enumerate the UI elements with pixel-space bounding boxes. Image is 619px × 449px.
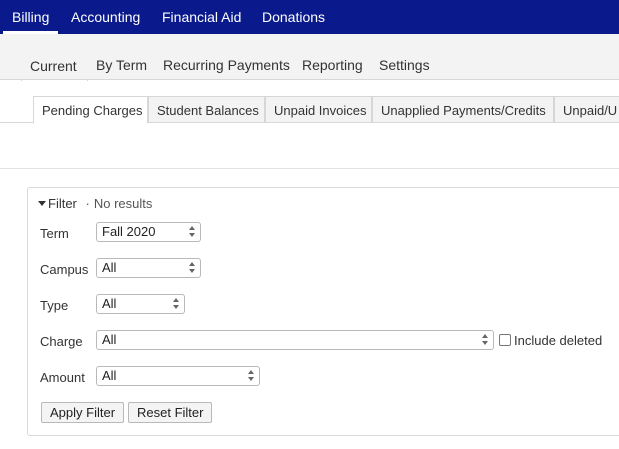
- campus-select[interactable]: All: [96, 258, 201, 278]
- topnav-donations[interactable]: Donations: [262, 0, 325, 34]
- apply-filter-button[interactable]: Apply Filter: [41, 402, 125, 423]
- subnav-tab-reporting[interactable]: Reporting: [302, 57, 363, 73]
- top-nav: Billing Accounting Financial Aid Donatio…: [0, 0, 619, 34]
- amount-label: Amount: [40, 370, 85, 385]
- filter-separator: ·: [85, 196, 90, 211]
- content-divider: [0, 168, 619, 169]
- tab-unapplied-payments-credits[interactable]: Unapplied Payments/Credits: [372, 96, 554, 123]
- term-label: Term: [40, 226, 69, 241]
- select-arrows-icon: [481, 334, 489, 346]
- filter-title: Filter: [48, 196, 77, 211]
- tab-pending-charges[interactable]: Pending Charges: [33, 96, 148, 124]
- filter-header[interactable]: Filter · No results: [38, 196, 152, 211]
- filter-status: No results: [93, 196, 153, 211]
- subnav-tab-recurring-payments[interactable]: Recurring Payments: [163, 57, 290, 73]
- amount-select[interactable]: All: [96, 366, 260, 386]
- tab-student-balances[interactable]: Student Balances: [148, 96, 265, 123]
- subnav-tab-settings[interactable]: Settings: [379, 57, 430, 73]
- topnav-financial-aid[interactable]: Financial Aid: [162, 0, 241, 34]
- type-label: Type: [40, 298, 69, 313]
- select-arrows-icon: [188, 262, 196, 274]
- topnav-billing[interactable]: Billing: [3, 0, 59, 34]
- select-arrows-icon: [188, 226, 196, 238]
- tab-unpaid-invoices[interactable]: Unpaid Invoices: [265, 96, 372, 123]
- type-select[interactable]: All: [96, 294, 185, 314]
- subnav-tab-by-term[interactable]: By Term: [96, 57, 147, 73]
- term-select[interactable]: Fall 2020: [96, 222, 201, 242]
- topnav-accounting[interactable]: Accounting: [71, 0, 140, 34]
- charge-select-value: All: [102, 332, 117, 347]
- include-deleted-checkbox[interactable]: [499, 334, 511, 346]
- campus-label: Campus: [40, 262, 89, 277]
- subnav-tab-current[interactable]: Current: [30, 58, 77, 74]
- amount-select-value: All: [102, 368, 117, 383]
- tab-unpaid-truncated[interactable]: Unpaid/U: [554, 96, 619, 123]
- term-select-value: Fall 2020: [102, 224, 156, 239]
- charge-select[interactable]: All: [96, 330, 494, 350]
- charge-label: Charge: [40, 334, 83, 349]
- type-select-value: All: [102, 296, 117, 311]
- collapse-triangle-icon[interactable]: [38, 201, 46, 207]
- include-deleted-label[interactable]: Include deleted: [514, 333, 602, 348]
- campus-select-value: All: [102, 260, 117, 275]
- select-arrows-icon: [172, 298, 180, 310]
- reset-filter-button[interactable]: Reset Filter: [128, 402, 213, 423]
- select-arrows-icon: [247, 370, 255, 382]
